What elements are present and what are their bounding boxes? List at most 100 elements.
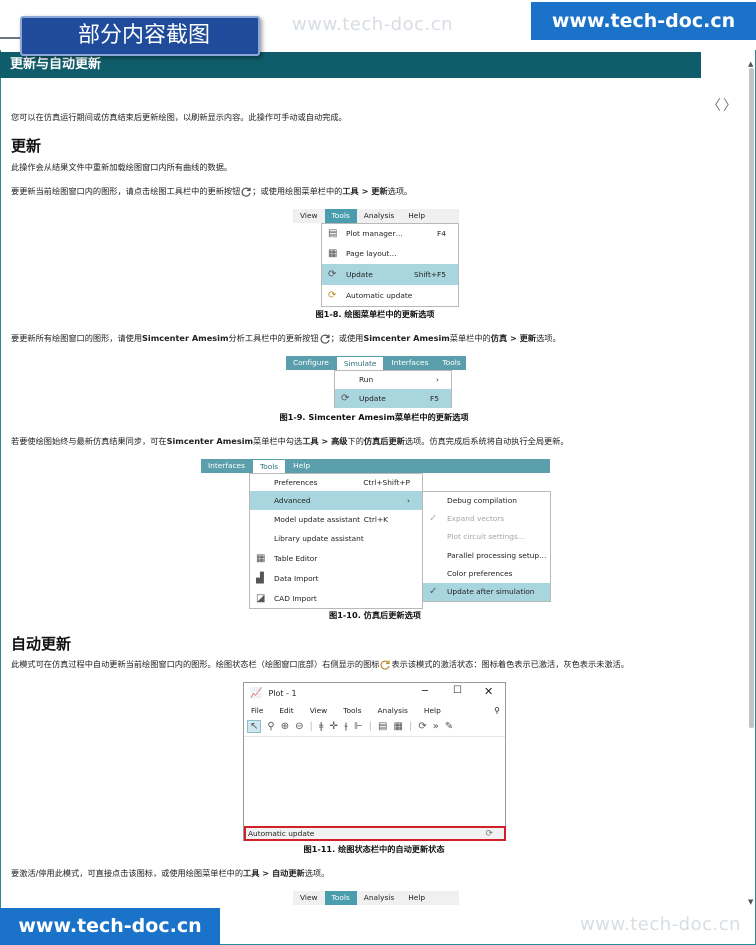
plot-canvas[interactable] [244,736,505,827]
menu-item-advanced[interactable]: Advanced › [250,491,422,510]
brand-banner-bottom[interactable]: www.tech-doc.cn [0,908,220,945]
menu-item-automatic-update[interactable]: ⟳ Automatic update [322,285,458,306]
update-p1: 此操作会从结果文件中重新加载绘图窗口内所有曲线的数据。 [11,162,233,172]
menu-help[interactable]: Help [286,459,317,473]
menu-file[interactable]: File [251,706,263,715]
maximize-icon[interactable]: ☐ [453,685,462,696]
menu-simulate[interactable]: Simulate [335,356,385,370]
menu-item-label: Parallel processing setup… [447,551,547,560]
menu-view[interactable]: View [293,209,325,223]
cursor-icon[interactable]: ǂ [319,721,324,732]
auto-p1: 此模式可在仿真过程中自动更新当前绘图窗口内的图形。绘图状态栏（绘图窗口底部）右侧… [11,658,629,671]
auto-p1-a: 此模式可在仿真过程中自动更新当前绘图窗口内的图形。绘图状态栏（绘图窗口底部）右侧… [11,659,380,669]
menu-analysis[interactable]: Analysis [357,891,401,905]
figure-1-8: View Tools Analysis Help ▤ Plot manager…… [293,209,459,307]
submenu-item-plot-circuit-settings[interactable]: Plot circuit settings… [423,528,550,546]
menu-item-preferences[interactable]: Preferences Ctrl+Shift+P [250,474,422,491]
menu-item-model-update-assistant[interactable]: Model update assistant Ctrl+K [250,510,422,529]
submenu-item-update-after-simulation[interactable]: ✓ Update after simulation [423,583,550,601]
zoom-out-icon[interactable]: ⊖ [295,721,303,732]
zoom-in-icon[interactable]: ⊕ [281,721,289,732]
refresh-icon: ⟳ [341,393,350,404]
menu-tools[interactable]: Tools [435,356,467,370]
menu-tools[interactable]: Tools [324,209,357,223]
menu-item-update[interactable]: ⟳ Update Shift+F5 [322,264,458,285]
overflow-icon[interactable]: » [433,721,439,732]
amesim-menubar: Configure Simulate Interfaces Tools [286,356,466,370]
submenu-item-color-preferences[interactable]: Color preferences [423,565,550,583]
refresh-icon [320,334,330,344]
menu-item-cad-import[interactable]: ◪ CAD Import [250,589,422,609]
prev-next-nav[interactable]: 〈〉 [707,95,739,115]
menu-item-label: Color preferences [447,569,513,578]
minimize-icon[interactable]: ─ [422,686,428,697]
crosshair-icon[interactable]: ✛ [329,721,337,732]
menu-item-data-import[interactable]: ▟ Data Import [250,569,422,589]
menu-item-library-update-assistant[interactable]: Library update assistant [250,529,422,548]
menu-item-label: Update [359,394,386,403]
menu-item-run[interactable]: Run › [335,371,451,389]
update-p4-g: 选项。仿真完成后系统将自动执行全局更新。 [404,436,569,446]
update-p3-d: ；或使用 [330,333,364,343]
refresh-icon[interactable]: ⟳ [418,721,426,732]
menu-tools[interactable]: Tools [324,891,357,905]
pin-icon[interactable]: ⚲ [494,706,500,715]
menu-edit[interactable]: Edit [279,706,293,715]
figure-1-10: Interfaces Tools Help Preferences Ctrl+S… [201,459,551,609]
marker-icon[interactable]: ⊩ [354,721,363,732]
close-icon[interactable]: ✕ [484,685,493,698]
grid-icon: ▦ [328,248,338,259]
update-p3-b: Simcenter Amesim [142,333,229,343]
menu-item-table-editor[interactable]: ▦ Table Editor [250,548,422,569]
menu-item-plot-manager[interactable]: ▤ Plot manager… F4 [322,224,458,244]
menu-item-shortcut: Ctrl+Shift+P [363,478,410,487]
menu-configure[interactable]: Configure [286,356,336,370]
menu-help[interactable]: Help [401,209,432,223]
auto-update-icon: ⟳ [328,290,337,301]
menu-tools[interactable]: Tools [251,459,287,473]
two-cursor-icon[interactable]: ⫳ [344,721,348,732]
menu-item-label: Update [346,270,373,279]
scroll-down-icon[interactable]: ▼ [748,898,753,906]
plot-manager-icon[interactable]: ▤ [378,721,387,732]
menu-view[interactable]: View [293,891,325,905]
menu-item-label: Advanced [274,496,311,505]
select-arrow-icon[interactable]: ↖ [247,719,262,733]
zoom-icon[interactable]: ⚲ [267,721,274,732]
menu-analysis[interactable]: Analysis [357,209,401,223]
submenu-item-parallel-processing[interactable]: Parallel processing setup… [423,546,550,565]
refresh-icon: ⟳ [328,269,337,280]
update-p3-c: 分析工具栏中的更新按钮 [228,333,319,343]
menu-item-label: Run [359,375,374,384]
plot-window-title: Plot - 1 [268,688,297,698]
edit-icon[interactable]: ✎ [445,721,453,732]
menu-item-update[interactable]: ⟳ Update F5 [335,389,451,408]
menu-help[interactable]: Help [424,706,441,715]
update-p4-f: 仿真后更新 [363,436,405,446]
menu-analysis[interactable]: Analysis [377,706,407,715]
figure-1-10-caption: 图1-10. 仿真后更新选项 [329,610,421,620]
brand-banner-top[interactable]: www.tech-doc.cn [531,2,756,40]
menu-tools[interactable]: Tools [343,706,361,715]
update-p4-a: 若要使绘图始终与最新仿真结果同步，可在 [11,436,167,446]
menu-interfaces[interactable]: Interfaces [201,459,252,473]
menu-item-page-layout[interactable]: ▦ Page layout… [322,244,458,264]
menu-item-label: Plot circuit settings… [447,532,526,541]
cad-import-icon: ◪ [256,593,266,604]
menu-item-label: Update after simulation [447,587,535,596]
scroll-up-icon[interactable]: ▲ [748,60,753,68]
menu-view[interactable]: View [310,706,328,715]
menu-interfaces[interactable]: Interfaces [384,356,435,370]
update-p3-g: 仿真 > 更新 [490,333,537,343]
submenu-item-expand-vectors[interactable]: ✓ Expand vectors [423,510,550,528]
grid-icon[interactable]: ▦ [394,721,403,732]
toolbar-separator: | [408,720,413,732]
menu-item-shortcut: F4 [437,229,446,238]
submenu-item-debug-compilation[interactable]: Debug compilation [423,492,550,510]
scroll-thumb[interactable] [749,68,754,728]
plot-menubar: View Tools Analysis Help [293,209,459,223]
update-p4-e: 下的 [347,436,364,446]
scrollbar[interactable]: ▲ ▼ [747,60,756,910]
tools-dropdown: ▤ Plot manager… F4 ▦ Page layout… ⟳ Upda… [321,223,459,307]
menu-help[interactable]: Help [401,891,432,905]
